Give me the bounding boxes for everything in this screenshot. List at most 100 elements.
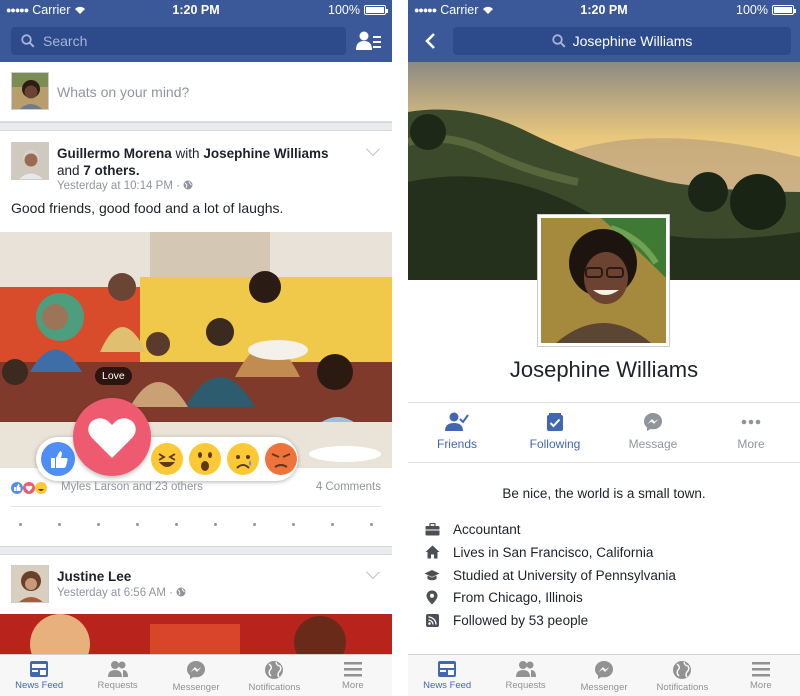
- haha-face-icon: [151, 443, 183, 475]
- hamburger-icon: [343, 662, 362, 677]
- profile-search-input[interactable]: Josephine Williams: [453, 27, 791, 55]
- post-options-chevron-icon-2[interactable]: [365, 564, 381, 580]
- tab-messenger[interactable]: Messenger: [157, 655, 235, 696]
- info-text[interactable]: Followed by 53 people: [453, 613, 588, 628]
- reaction-tooltip: Love: [95, 367, 132, 385]
- briefcase-icon: [425, 522, 439, 535]
- reaction-summary[interactable]: Myles Larson and 23 others 4 Comments: [11, 480, 381, 496]
- home-icon: [425, 545, 439, 559]
- wow-face-icon: [189, 443, 221, 475]
- post-meta-2: Yesterday at 6:56 AM ·: [57, 587, 186, 599]
- info-text[interactable]: Lives in San Francisco, California: [453, 545, 653, 560]
- reaction-like-button[interactable]: [41, 442, 75, 476]
- post-timestamp[interactable]: Yesterday at 10:14 PM: [57, 180, 173, 192]
- messenger-icon: [187, 661, 206, 679]
- search-icon: [551, 34, 566, 48]
- tab-label: Messenger: [172, 682, 220, 693]
- profile-screen: ●●●●● Carrier 1:20 PM 100% Josephine Wil…: [408, 0, 800, 696]
- and-text: and: [57, 163, 80, 178]
- requests-icon: [107, 661, 128, 677]
- info-work: Accountant: [424, 519, 521, 539]
- post-meta: Yesterday at 10:14 PM ·: [57, 180, 193, 192]
- post-photo[interactable]: [0, 232, 392, 468]
- tab-label: News Feed: [423, 680, 472, 691]
- post-photo-2[interactable]: [0, 614, 392, 654]
- divider: [408, 462, 800, 463]
- tab-notifications[interactable]: Notifications: [643, 655, 721, 696]
- screen-gap: [392, 0, 408, 696]
- reaction-haha-button[interactable]: [150, 442, 184, 476]
- action-loading-dots: [11, 506, 381, 536]
- info-from: From Chicago, Illinois: [424, 587, 583, 607]
- with-text: with: [175, 146, 200, 161]
- friends-button[interactable]: Friends: [408, 404, 506, 460]
- top-nav: Search: [0, 20, 392, 62]
- love-mini-icon: [23, 482, 35, 494]
- reaction-wow-button[interactable]: [188, 442, 222, 476]
- post-author-avatar[interactable]: [11, 142, 49, 180]
- more-button[interactable]: More: [702, 404, 800, 460]
- profile-actions: Friends Following Message More: [408, 404, 800, 460]
- others-link[interactable]: 7 others.: [83, 163, 139, 178]
- info-text: Accountant: [453, 521, 521, 537]
- tagged-friend-link[interactable]: Josephine Williams: [203, 146, 328, 161]
- rss-icon: [425, 613, 439, 627]
- tab-label: Notifications: [248, 682, 301, 693]
- reaction-love-button[interactable]: [73, 398, 151, 476]
- action-label: Message: [628, 437, 678, 451]
- tab-label: More: [750, 680, 772, 691]
- profile-picture[interactable]: [537, 214, 670, 347]
- globe-icon: [265, 661, 284, 679]
- reaction-sad-button[interactable]: [226, 442, 260, 476]
- top-nav: Josephine Williams: [408, 20, 800, 62]
- post-header-2: Justine Lee: [57, 568, 131, 585]
- info-text[interactable]: Studied at University of Pennsylvania: [453, 568, 676, 583]
- post-options-chevron-icon[interactable]: [365, 141, 381, 157]
- info-followers: Followed by 53 people: [424, 610, 588, 630]
- tab-requests[interactable]: Requests: [78, 655, 156, 696]
- tab-label: Messenger: [580, 682, 628, 693]
- back-arrow-icon[interactable]: [423, 32, 437, 50]
- info-lives: Lives in San Francisco, California: [424, 542, 653, 562]
- reaction-angry-button[interactable]: [264, 442, 298, 476]
- globe-icon: [673, 661, 692, 679]
- sad-face-icon: [227, 443, 259, 475]
- comments-count[interactable]: 4 Comments: [316, 481, 381, 493]
- following-icon: [547, 413, 563, 431]
- profile-bio: Be nice, the world is a small town.: [502, 486, 706, 501]
- tab-label: Requests: [505, 680, 546, 691]
- friend-list-icon[interactable]: [356, 30, 382, 52]
- action-label: More: [737, 437, 765, 451]
- post-timestamp-2[interactable]: Yesterday at 6:56 AM: [57, 587, 166, 599]
- battery-icon: [772, 5, 796, 15]
- search-input[interactable]: Search: [11, 27, 346, 55]
- tab-more[interactable]: More: [722, 655, 800, 696]
- more-dots-icon: [741, 419, 761, 425]
- post-author-link-2[interactable]: Justine Lee: [57, 569, 131, 584]
- post-author-link[interactable]: Guillermo Morena: [57, 146, 172, 161]
- following-button[interactable]: Following: [506, 404, 604, 460]
- battery-percent: 100%: [328, 3, 360, 17]
- news-feed-icon: [438, 661, 457, 677]
- requests-icon: [515, 661, 536, 677]
- info-studied: Studied at University of Pennsylvania: [424, 565, 676, 585]
- tab-more[interactable]: More: [314, 655, 392, 696]
- tab-messenger[interactable]: Messenger: [565, 655, 643, 696]
- status-composer[interactable]: Whats on your mind?: [0, 62, 392, 122]
- tab-label: Requests: [97, 680, 138, 691]
- message-button[interactable]: Message: [604, 404, 702, 460]
- tab-label: Notifications: [656, 682, 709, 693]
- tab-notifications[interactable]: Notifications: [235, 655, 313, 696]
- my-avatar: [11, 72, 49, 110]
- info-text[interactable]: From Chicago, Illinois: [453, 590, 583, 605]
- action-label: Friends: [436, 437, 477, 451]
- tab-news-feed[interactable]: News Feed: [408, 655, 486, 696]
- tab-requests[interactable]: Requests: [486, 655, 564, 696]
- post-header: Guillermo Morena with Josephine Williams…: [57, 145, 347, 179]
- action-label: Following: [529, 437, 581, 451]
- tab-news-feed[interactable]: News Feed: [0, 655, 78, 696]
- post-author-avatar-2[interactable]: [11, 565, 49, 603]
- globe-privacy-icon: [183, 180, 193, 190]
- feed-divider-2: [0, 546, 392, 555]
- tab-bar: News Feed Requests Messenger Notificatio…: [0, 654, 392, 696]
